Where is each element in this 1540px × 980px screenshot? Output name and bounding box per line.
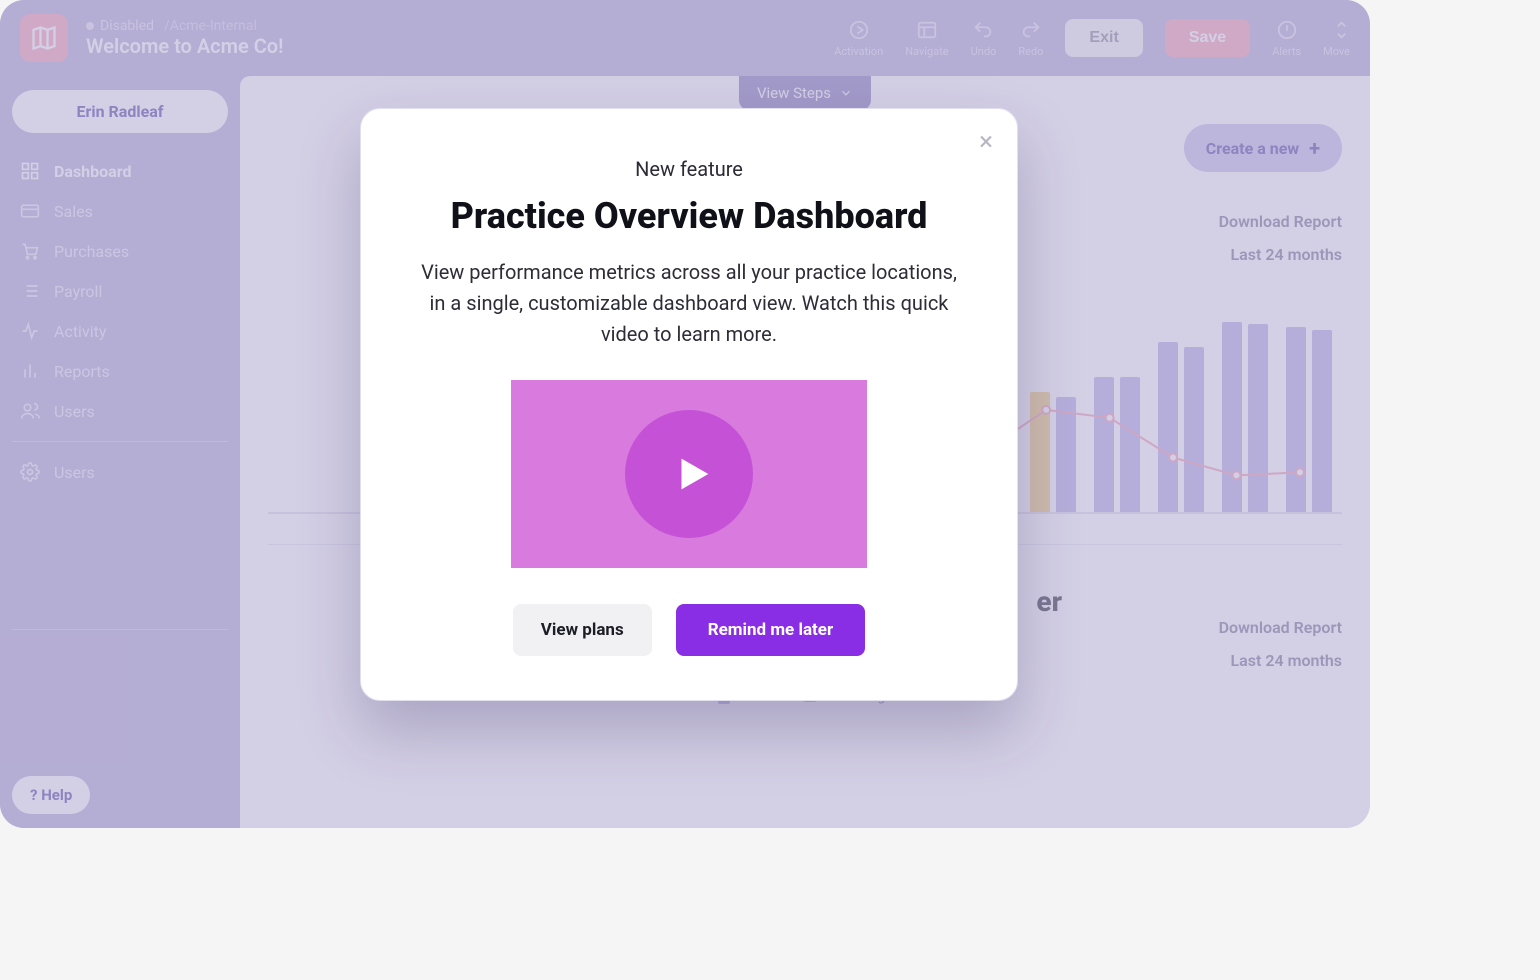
modal-eyebrow: New feature: [411, 157, 967, 181]
feature-modal: × New feature Practice Overview Dashboar…: [360, 108, 1018, 701]
status-label: Disabled: [100, 18, 154, 34]
download-report-link[interactable]: Download Report: [1219, 212, 1342, 231]
status-dot: [86, 22, 94, 30]
bar-group: [1158, 342, 1204, 512]
bar-secondary: [1248, 324, 1268, 512]
map-icon: [30, 24, 58, 52]
users-icon: [20, 401, 40, 421]
sidebar-item-label: Payroll: [54, 282, 102, 301]
chevron-down-icon: [839, 86, 853, 100]
cart-icon: [20, 241, 40, 261]
sidebar-item-activity[interactable]: Activity: [12, 311, 228, 351]
save-button[interactable]: Save: [1165, 19, 1250, 57]
bar-secondary: [1184, 347, 1204, 512]
navigate-icon: [916, 19, 938, 41]
play-button[interactable]: [625, 410, 753, 538]
bar-primary: [1030, 392, 1050, 512]
barchart-icon: [20, 361, 40, 381]
navigate-button[interactable]: Navigate: [905, 19, 948, 58]
bar-secondary: [1312, 330, 1332, 512]
page-title: Welcome to Acme Co!: [86, 34, 283, 58]
sidebar-item-label: Purchases: [54, 242, 129, 261]
app-window: Disabled /Acme-Internal Welcome to Acme …: [0, 0, 1370, 828]
view-steps-tab[interactable]: View Steps: [739, 76, 871, 110]
activity-icon: [20, 321, 40, 341]
plus-icon: +: [1309, 136, 1320, 160]
activation-icon: [848, 19, 870, 41]
sidebar-item-label: Sales: [54, 202, 93, 221]
sidebar-item-settings-users[interactable]: Users: [12, 452, 228, 492]
help-button[interactable]: ? Help: [12, 776, 90, 814]
activation-button[interactable]: Activation: [834, 19, 883, 58]
gear-icon: [20, 462, 40, 482]
top-actions: Activation Navigate Undo Redo Exit Save …: [834, 19, 1350, 58]
create-new-button[interactable]: Create a new +: [1184, 124, 1342, 172]
close-icon[interactable]: ×: [979, 129, 993, 155]
breadcrumb-path: /Acme-Internal: [164, 18, 257, 34]
modal-description: View performance metrics across all your…: [411, 257, 967, 350]
sidebar-item-sales[interactable]: Sales: [12, 191, 228, 231]
sidebar-item-label: Activity: [54, 322, 106, 341]
video-thumbnail[interactable]: [511, 380, 867, 568]
nav-divider: [12, 441, 228, 442]
sidebar-item-label: Reports: [54, 362, 110, 381]
sidebar: Erin Radleaf Dashboard Sales Purchases P…: [0, 76, 240, 828]
sidebar-item-label: Users: [54, 402, 95, 421]
title-block: Disabled /Acme-Internal Welcome to Acme …: [86, 18, 283, 58]
bar-group: [1094, 377, 1140, 512]
bar-primary: [1222, 322, 1242, 512]
card-icon: [20, 201, 40, 221]
alerts-button[interactable]: Alerts: [1272, 19, 1301, 58]
range-selector[interactable]: Last 24 months: [1231, 651, 1343, 670]
remind-later-button[interactable]: Remind me later: [676, 604, 866, 656]
undo-button[interactable]: Undo: [971, 19, 997, 58]
dashboard-icon: [20, 161, 40, 181]
view-plans-button[interactable]: View plans: [513, 604, 652, 656]
bar-primary: [1286, 327, 1306, 512]
range-selector[interactable]: Last 24 months: [1231, 245, 1343, 264]
nav-divider: [12, 629, 228, 630]
sidebar-item-payroll[interactable]: Payroll: [12, 271, 228, 311]
sidebar-item-purchases[interactable]: Purchases: [12, 231, 228, 271]
play-icon: [670, 451, 716, 497]
app-logo: [20, 14, 68, 62]
bar-secondary: [1056, 397, 1076, 512]
move-icon: [1326, 19, 1348, 41]
sidebar-item-label: Dashboard: [54, 162, 131, 181]
alerts-icon: [1276, 19, 1298, 41]
topbar: Disabled /Acme-Internal Welcome to Acme …: [0, 0, 1370, 76]
download-report-link[interactable]: Download Report: [1219, 618, 1342, 637]
bar-group: [1286, 327, 1332, 512]
sidebar-item-label: Users: [54, 463, 95, 482]
bar-secondary: [1120, 377, 1140, 512]
user-pill[interactable]: Erin Radleaf: [12, 90, 228, 133]
redo-button[interactable]: Redo: [1018, 19, 1043, 58]
sidebar-item-users[interactable]: Users: [12, 391, 228, 431]
bar-group: [1222, 322, 1268, 512]
sidebar-item-reports[interactable]: Reports: [12, 351, 228, 391]
redo-icon: [1020, 19, 1042, 41]
modal-title: Practice Overview Dashboard: [411, 195, 967, 237]
undo-icon: [972, 19, 994, 41]
list-icon: [20, 281, 40, 301]
move-button[interactable]: Move: [1323, 19, 1350, 58]
sidebar-item-dashboard[interactable]: Dashboard: [12, 151, 228, 191]
bar-primary: [1094, 377, 1114, 512]
bar-primary: [1158, 342, 1178, 512]
bar-group: [1030, 392, 1076, 512]
exit-button[interactable]: Exit: [1065, 19, 1142, 57]
